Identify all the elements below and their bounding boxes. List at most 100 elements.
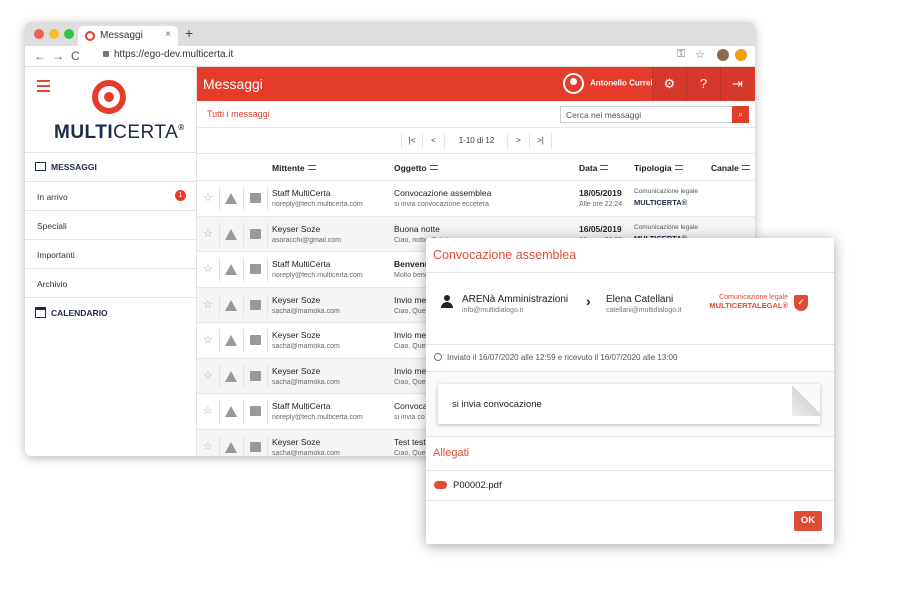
recipient-email: catellani@multidialogo.it	[606, 307, 682, 314]
help-button[interactable]: ?	[686, 67, 720, 101]
maximize-window-button[interactable]	[64, 29, 74, 39]
bookmark-star-icon[interactable]: ☆	[695, 48, 705, 61]
warning-icon[interactable]	[225, 370, 237, 382]
multicertalegal-logo: Comunicazione legale MULTICERTALEGAL®	[709, 294, 788, 310]
star-icon[interactable]: ☆	[203, 404, 213, 417]
sidebar-item-inbox[interactable]: In arrivo 1	[25, 182, 196, 211]
sort-icon	[674, 165, 683, 170]
user-avatar-icon	[563, 73, 584, 94]
warning-icon[interactable]	[225, 335, 237, 346]
archive-icon[interactable]	[250, 335, 261, 345]
archive-icon[interactable]	[250, 264, 261, 274]
archive-icon[interactable]	[250, 193, 261, 203]
archive-icon[interactable]	[250, 228, 261, 239]
next-page-button[interactable]: >	[508, 133, 530, 149]
user-menu[interactable]: Antonello Curreli	[563, 73, 655, 94]
column-sender[interactable]: Mittente	[272, 163, 316, 173]
message-date: Inviato il 16/07/2020 alle 12:59 e ricev…	[426, 345, 834, 372]
sidebar-section-messages[interactable]: MESSAGGI	[25, 153, 196, 182]
archive-icon[interactable]	[250, 406, 261, 416]
column-subject[interactable]: Oggetto	[394, 163, 438, 173]
sidebar-header: MULTICERTA®	[25, 67, 196, 153]
profile-avatar[interactable]	[717, 49, 729, 61]
cloud-download-icon	[434, 481, 447, 489]
calendar-icon	[35, 307, 46, 318]
last-page-button[interactable]: >|	[530, 133, 552, 149]
address-bar[interactable]: https://ego-dev.multicerta.it	[91, 48, 691, 64]
extension-icon[interactable]	[735, 49, 747, 61]
user-name: Antonello Curreli	[590, 78, 655, 88]
recipient-name: Elena Catellani	[606, 294, 674, 305]
message-detail-modal: Convocazione assemblea ARENà Amministraz…	[426, 238, 834, 544]
logout-button[interactable]: ⇥	[720, 67, 754, 101]
forward-arrow-icon[interactable]: →	[52, 49, 64, 63]
sidebar-item-archive[interactable]: Archivio	[25, 269, 196, 298]
table-header: Mittente Oggetto Data Tipologia Canale	[197, 154, 755, 181]
back-arrow-icon[interactable]: ←	[34, 49, 46, 63]
row-sender: Keyser Soze sacha@mamoka.com	[272, 436, 340, 457]
ok-button[interactable]: OK	[794, 511, 822, 531]
archive-icon[interactable]	[250, 441, 261, 452]
search-button[interactable]: ⌕	[732, 106, 749, 123]
messages-subbar: Tutti i messaggi Cerca nei messaggi ⌕	[197, 101, 755, 128]
row-sender: Keyser Soze sacha@mamoka.com	[272, 365, 340, 386]
table-row[interactable]: ☆ Staff MultiCerta noreply@tech.multicerta…	[197, 181, 755, 217]
settings-button[interactable]: ⚙	[652, 67, 686, 101]
modal-title: Convocazione assemblea	[426, 238, 834, 273]
search-input[interactable]: Cerca nei messaggi	[560, 106, 733, 123]
column-type[interactable]: Tipologia	[634, 163, 683, 173]
help-icon: ?	[699, 76, 708, 91]
first-page-button[interactable]: |<	[401, 133, 423, 149]
logout-icon: ⇥	[732, 76, 743, 91]
star-icon[interactable]: ☆	[203, 191, 213, 204]
sidebar-item-starred[interactable]: Speciali	[25, 211, 196, 240]
warning-icon[interactable]	[225, 406, 237, 417]
star-icon[interactable]: ☆	[203, 227, 213, 240]
key-icon[interactable]: ⚿	[677, 48, 685, 61]
multicerta-logo-icon	[92, 80, 126, 114]
sidebar-item-label: Archivio	[37, 279, 68, 289]
sender-info: ARENà Amministrazioni info@multidialogo.…	[462, 294, 568, 314]
browser-toolbar: ← → C https://ego-dev.multicerta.it ⚿ ☆	[25, 46, 755, 67]
attachments-title: Allegati	[426, 437, 834, 471]
warning-icon[interactable]	[225, 299, 237, 311]
star-icon[interactable]: ☆	[203, 262, 213, 275]
hamburger-menu-icon[interactable]	[37, 80, 50, 95]
warning-icon[interactable]	[225, 264, 237, 275]
reload-icon[interactable]: C	[71, 49, 80, 63]
star-icon[interactable]: ☆	[203, 440, 213, 453]
warning-icon[interactable]	[225, 228, 237, 240]
sender-email: info@multidialogo.it	[462, 307, 524, 314]
warning-icon[interactable]	[225, 441, 237, 453]
sort-icon	[741, 165, 750, 170]
attachment-name: P00002.pdf	[453, 480, 502, 491]
row-sender: Keyser Soze asoracchi@gmail.com	[272, 223, 341, 244]
attachment-item[interactable]: P00002.pdf	[426, 471, 834, 501]
sidebar-item-important[interactable]: Importanti	[25, 240, 196, 269]
close-window-button[interactable]	[34, 29, 44, 39]
unread-badge: 1	[175, 190, 186, 201]
column-channel[interactable]: Canale	[711, 163, 750, 173]
new-tab-button[interactable]: +	[185, 25, 193, 41]
tab-close-icon[interactable]: ×	[165, 29, 171, 40]
star-icon[interactable]: ☆	[203, 369, 213, 382]
minimize-window-button[interactable]	[49, 29, 59, 39]
pagination: |< < 1-10 di 12 > >|	[197, 128, 755, 154]
column-date[interactable]: Data	[579, 163, 609, 173]
sidebar-item-label: In arrivo	[37, 192, 68, 202]
sidebar: MULTICERTA® MESSAGGI In arrivo 1 Special…	[25, 67, 197, 456]
archive-icon[interactable]	[250, 370, 261, 381]
page-count: 1-10 di 12	[446, 133, 508, 149]
prev-page-button[interactable]: <	[423, 133, 445, 149]
warning-icon[interactable]	[225, 193, 237, 204]
tab-title: Messaggi	[100, 30, 143, 41]
star-icon[interactable]: ☆	[203, 333, 213, 346]
sort-icon	[600, 165, 609, 170]
star-icon[interactable]: ☆	[203, 298, 213, 311]
sort-icon	[307, 165, 316, 170]
sidebar-section-calendar[interactable]: CALENDARIO	[25, 298, 196, 327]
row-type: Comunicazione legaleMULTICERTA®	[634, 188, 698, 207]
browser-tab[interactable]: Messaggi ×	[78, 26, 178, 46]
archive-icon[interactable]	[250, 299, 261, 310]
brand-logo: MULTICERTA®	[54, 122, 185, 143]
